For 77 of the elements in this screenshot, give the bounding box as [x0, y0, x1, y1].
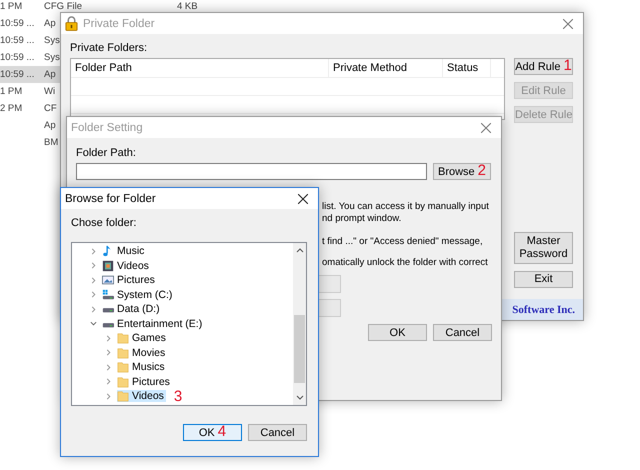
field-label: Folder Path:: [76, 147, 137, 159]
tree-item[interactable]: Videos: [117, 390, 166, 402]
modified-time: 2 PM: [0, 103, 22, 114]
chevron-icon[interactable]: [90, 320, 97, 328]
chevron-icon[interactable]: [105, 392, 112, 400]
tree-item[interactable]: Games: [117, 332, 168, 344]
file-type: Sys: [44, 52, 60, 63]
column-header[interactable]: Private Method: [329, 59, 443, 77]
note-text: omatically unlock the folder with correct: [322, 257, 488, 269]
folder-icon: [117, 376, 129, 388]
scrollbar[interactable]: [293, 243, 306, 405]
window-title: Private Folder: [83, 18, 156, 30]
folder-path-field[interactable]: [76, 163, 427, 180]
scroll-thumb[interactable]: [294, 315, 305, 383]
chevron-icon[interactable]: [105, 378, 112, 386]
modified-time: 1 PM: [0, 86, 22, 97]
master-password-button[interactable]: Master Password: [514, 232, 573, 264]
rule-button[interactable]: Add Rule 1: [514, 58, 573, 75]
chevron-icon[interactable]: [90, 291, 97, 298]
file-type: CFG File: [44, 1, 82, 12]
tree-item[interactable]: Pictures: [117, 376, 172, 388]
picture-icon: [102, 274, 114, 286]
chevron-icon[interactable]: [90, 306, 97, 313]
company-name: Software Inc.: [512, 304, 575, 316]
file-size: 4 KB: [177, 1, 198, 12]
tree-item[interactable]: System (C:): [102, 288, 174, 301]
chevron-icon[interactable]: [105, 349, 112, 356]
exit-button[interactable]: Exit: [514, 271, 573, 288]
tree-item[interactable]: Videos: [102, 260, 151, 272]
tree-item[interactable]: Data (D:): [102, 303, 162, 316]
modified-time: 10:59 ...: [0, 69, 34, 80]
system-drive-icon: [102, 288, 114, 301]
modified-time: 10:59 ...: [0, 18, 34, 29]
tree-item[interactable]: Entertainment (E:): [102, 318, 204, 330]
modified-time: 1 PM: [0, 1, 22, 12]
tree-item[interactable]: Music: [102, 245, 146, 258]
tree-item[interactable]: Musics: [117, 361, 167, 374]
scroll-down-icon[interactable]: [296, 395, 304, 401]
tree-item[interactable]: Movies: [117, 346, 168, 359]
dialog-button[interactable]: Cancel: [433, 324, 492, 341]
folder-icon: [117, 332, 129, 344]
modified-time: 10:59 ...: [0, 35, 34, 46]
close-icon[interactable]: [298, 194, 308, 204]
chevron-icon[interactable]: [90, 248, 97, 255]
note-text: t find ..." or "Access denied" message,: [322, 236, 483, 248]
file-type: CF: [44, 103, 57, 114]
column-header[interactable]: Folder Path: [71, 59, 329, 77]
file-type: Wi: [44, 86, 56, 97]
file-type: Ap: [44, 120, 56, 131]
note-text: list. You can access it by manually input nd prompt window.: [322, 201, 489, 225]
window-title: Browse for Folder: [65, 192, 157, 204]
dialog-button[interactable]: OK 4: [183, 424, 242, 441]
dialog-button[interactable]: Cancel: [248, 424, 307, 441]
modified-time: 10:59 ...: [0, 52, 34, 63]
selected-row[interactable]: 10:59 ... Ap: [0, 66, 60, 83]
dialog-button[interactable]: OK: [368, 324, 427, 341]
folder-icon: [117, 346, 129, 359]
folder-icon: [117, 361, 129, 374]
step-number: 3: [174, 390, 182, 402]
lock-icon: [65, 16, 78, 31]
chevron-icon[interactable]: [90, 276, 97, 284]
browse-button[interactable]: Browse 2: [433, 163, 491, 180]
tree-item[interactable]: Pictures: [102, 274, 157, 286]
chevron-icon[interactable]: [105, 334, 112, 342]
film-icon: [102, 260, 114, 272]
file-type: Sys: [44, 35, 60, 46]
section-label: Private Folders:: [70, 42, 148, 54]
field-label: Chose folder:: [71, 217, 138, 229]
window-title: Folder Setting: [71, 122, 144, 134]
file-type: Ap: [44, 69, 56, 80]
folder-icon: [117, 390, 129, 402]
chevron-icon[interactable]: [105, 364, 112, 371]
file-type: BM: [44, 137, 58, 148]
column-header[interactable]: Status: [443, 59, 491, 77]
file-type: Ap: [44, 18, 56, 29]
chevron-icon[interactable]: [90, 262, 97, 270]
scroll-up-icon[interactable]: [296, 247, 304, 253]
